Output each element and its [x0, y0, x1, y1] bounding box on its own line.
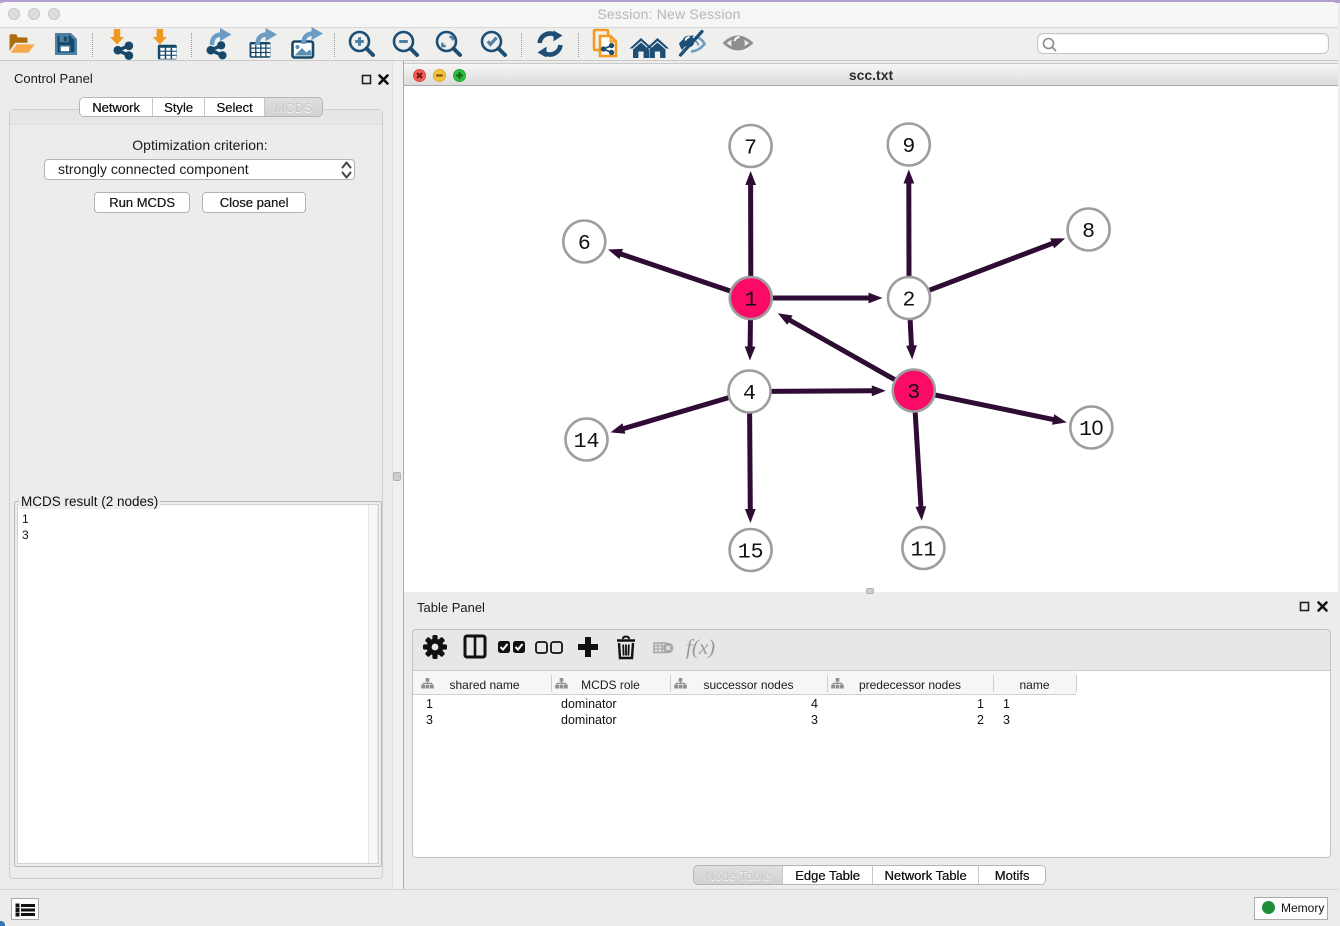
svg-text:3: 3 [907, 381, 920, 405]
svg-text:10: 10 [1079, 416, 1103, 442]
svg-text:14: 14 [574, 430, 600, 454]
svg-text:2: 2 [903, 289, 916, 313]
svg-text:11: 11 [910, 539, 936, 563]
svg-text:1: 1 [744, 289, 757, 313]
svg-text:8: 8 [1082, 220, 1095, 244]
svg-text:9: 9 [902, 135, 915, 159]
svg-text:4: 4 [743, 382, 756, 406]
svg-text:7: 7 [744, 137, 757, 161]
svg-text:15: 15 [738, 541, 764, 565]
svg-text:6: 6 [578, 232, 591, 256]
